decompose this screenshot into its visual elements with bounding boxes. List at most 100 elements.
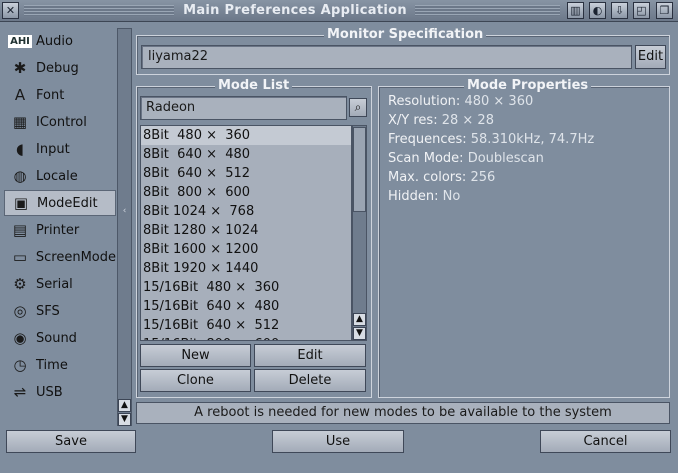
sidebar-item-modeedit[interactable]: ▣ ModeEdit xyxy=(4,190,116,216)
monitor-icon: ▣ xyxy=(13,194,29,212)
sidebar-item-label: Locale xyxy=(36,168,78,184)
ahi-icon: AHI xyxy=(8,34,32,48)
list-item[interactable]: 8Bit 1920 × 1440 xyxy=(141,259,351,278)
sidebar-item-label: Sound xyxy=(36,330,77,346)
monitor-name-field[interactable]: liyama22 xyxy=(141,45,632,69)
list-item[interactable]: 8Bit 1024 × 768 xyxy=(141,202,351,221)
sidebar-item-sfs[interactable]: ◎ SFS xyxy=(4,298,116,324)
window-title: Main Preferences Application xyxy=(183,3,407,18)
font-icon: A xyxy=(14,86,26,104)
sidebar-item-label: Input xyxy=(36,141,70,157)
sidebar-item-screenmode[interactable]: ▭ ScreenMode xyxy=(4,244,116,270)
sidebar-item-usb[interactable]: ⇌ USB xyxy=(4,379,116,405)
screen-icon: ▭ xyxy=(12,248,28,266)
mode-list[interactable]: 8Bit 480 × 360 8Bit 640 × 480 8Bit 640 × 5… xyxy=(140,125,352,341)
mode-list-scroll-down-icon[interactable]: ▼ xyxy=(353,327,366,340)
sidebar-item-locale[interactable]: ◍ Locale xyxy=(4,163,116,189)
sidebar-item-serial[interactable]: ⚙ Serial xyxy=(4,271,116,297)
sidebar-scroll-knob-icon[interactable]: ‹ xyxy=(119,206,130,218)
property-key: Max. colors: xyxy=(388,170,467,185)
mode-properties-title: Mode Properties xyxy=(464,79,592,93)
property-row: Scan Mode: Doublescan xyxy=(388,151,544,170)
sidebar-item-label: ScreenMode xyxy=(35,249,116,265)
usb-icon: ⇌ xyxy=(13,383,27,401)
sidebar-item-label: Serial xyxy=(36,276,73,292)
save-button[interactable]: Save xyxy=(6,430,136,453)
property-value: 58.310kHz, 74.7Hz xyxy=(470,132,595,147)
list-item[interactable]: 8Bit 1280 × 1024 xyxy=(141,221,351,240)
search-icon[interactable]: ⌕ xyxy=(349,98,367,117)
mode-list-title: Mode List xyxy=(215,79,293,93)
mouse-icon: ◖ xyxy=(16,140,24,158)
sidebar-item-label: Printer xyxy=(36,222,80,238)
list-item[interactable]: 15/16Bit 640 × 512 xyxy=(141,316,351,335)
iconify-icon[interactable]: ▥ xyxy=(567,2,584,19)
sidebar-item-label: IControl xyxy=(36,114,87,130)
jump-icon[interactable]: ◐ xyxy=(589,2,606,19)
clone-mode-button[interactable]: Clone xyxy=(140,369,251,392)
driver-field[interactable]: Radeon xyxy=(140,96,347,120)
property-value: 480 × 360 xyxy=(464,94,534,109)
sidebar-item-label: Debug xyxy=(36,60,79,76)
keyboard-icon: ▦ xyxy=(12,113,28,131)
sidebar-item-label: USB xyxy=(36,384,63,400)
sidebar-item-debug[interactable]: ✱ Debug xyxy=(4,55,116,81)
list-item[interactable]: 15/16Bit 800 × 600 xyxy=(141,335,351,340)
globe-icon: ◍ xyxy=(13,167,27,185)
zoom-icon[interactable]: ◰ xyxy=(633,2,650,19)
sidebar-scroll-down-icon[interactable]: ▼ xyxy=(118,413,131,426)
property-key: Hidden: xyxy=(388,189,439,204)
edit-mode-button[interactable]: Edit xyxy=(254,344,366,367)
property-row: X/Y res: 28 × 28 xyxy=(388,113,494,132)
printer-icon: ▤ xyxy=(12,221,28,239)
property-value: Doublescan xyxy=(467,151,544,166)
sidebar-item-label: Audio xyxy=(36,33,73,49)
list-item[interactable]: 8Bit 1600 × 1200 xyxy=(141,240,351,259)
sidebar-item-sound[interactable]: ◉ Sound xyxy=(4,325,116,351)
property-key: X/Y res: xyxy=(388,113,438,128)
sidebar-item-label: SFS xyxy=(36,303,60,319)
property-row: Hidden: No xyxy=(388,189,460,208)
sidebar-scroll-up-icon[interactable]: ▲ xyxy=(118,399,131,412)
property-value: 256 xyxy=(470,170,496,185)
sidebar-scrollbar[interactable] xyxy=(117,28,132,426)
mode-list-scroll-up-icon[interactable]: ▲ xyxy=(353,313,366,326)
sidebar-item-input[interactable]: ◖ Input xyxy=(4,136,116,162)
clock-icon: ◷ xyxy=(13,356,27,374)
property-key: Resolution: xyxy=(388,94,461,109)
list-item[interactable]: 15/16Bit 640 × 480 xyxy=(141,297,351,316)
cancel-button[interactable]: Cancel xyxy=(540,430,671,453)
preferences-list: AHI Audio ✱ Debug A Font ▦ IControl ◖ Input ◍ Local… xyxy=(4,28,116,410)
disk-icon: ◎ xyxy=(13,302,27,320)
new-mode-button[interactable]: New xyxy=(140,344,251,367)
list-item[interactable]: 8Bit 640 × 512 xyxy=(141,164,351,183)
snapshot-icon[interactable]: ⇩ xyxy=(611,2,628,19)
list-item[interactable]: 8Bit 480 × 360 xyxy=(141,126,351,145)
use-button[interactable]: Use xyxy=(272,430,404,453)
mode-list-scroll-knob[interactable] xyxy=(353,127,366,212)
sidebar-item-audio[interactable]: AHI Audio xyxy=(4,28,116,54)
monitor-spec-title: Monitor Specification xyxy=(324,28,487,42)
property-value: 28 × 28 xyxy=(441,113,494,128)
sidebar-item-icontrol[interactable]: ▦ IControl xyxy=(4,109,116,135)
list-item[interactable]: 8Bit 800 × 600 xyxy=(141,183,351,202)
list-item[interactable]: 8Bit 640 × 480 xyxy=(141,145,351,164)
property-key: Scan Mode: xyxy=(388,151,464,166)
sidebar-item-label: ModeEdit xyxy=(37,195,98,211)
serial-icon: ⚙ xyxy=(13,275,27,293)
sidebar-item-printer[interactable]: ▤ Printer xyxy=(4,217,116,243)
sidebar-item-label: Time xyxy=(36,357,68,373)
property-value: No xyxy=(442,189,461,204)
property-row: Frequences: 58.310kHz, 74.7Hz xyxy=(388,132,594,151)
sidebar-item-label: Font xyxy=(36,87,65,103)
property-key: Frequences: xyxy=(388,132,467,147)
sidebar-item-time[interactable]: ◷ Time xyxy=(4,352,116,378)
delete-mode-button[interactable]: Delete xyxy=(254,369,366,392)
depth-icon[interactable]: ❐ xyxy=(656,2,673,19)
property-row: Resolution: 480 × 360 xyxy=(388,94,533,113)
sidebar-item-font[interactable]: A Font xyxy=(4,82,116,108)
monitor-edit-button[interactable]: Edit xyxy=(635,45,666,69)
list-item[interactable]: 15/16Bit 480 × 360 xyxy=(141,278,351,297)
speaker-icon: ◉ xyxy=(13,329,27,347)
close-icon[interactable]: ✕ xyxy=(2,2,19,19)
